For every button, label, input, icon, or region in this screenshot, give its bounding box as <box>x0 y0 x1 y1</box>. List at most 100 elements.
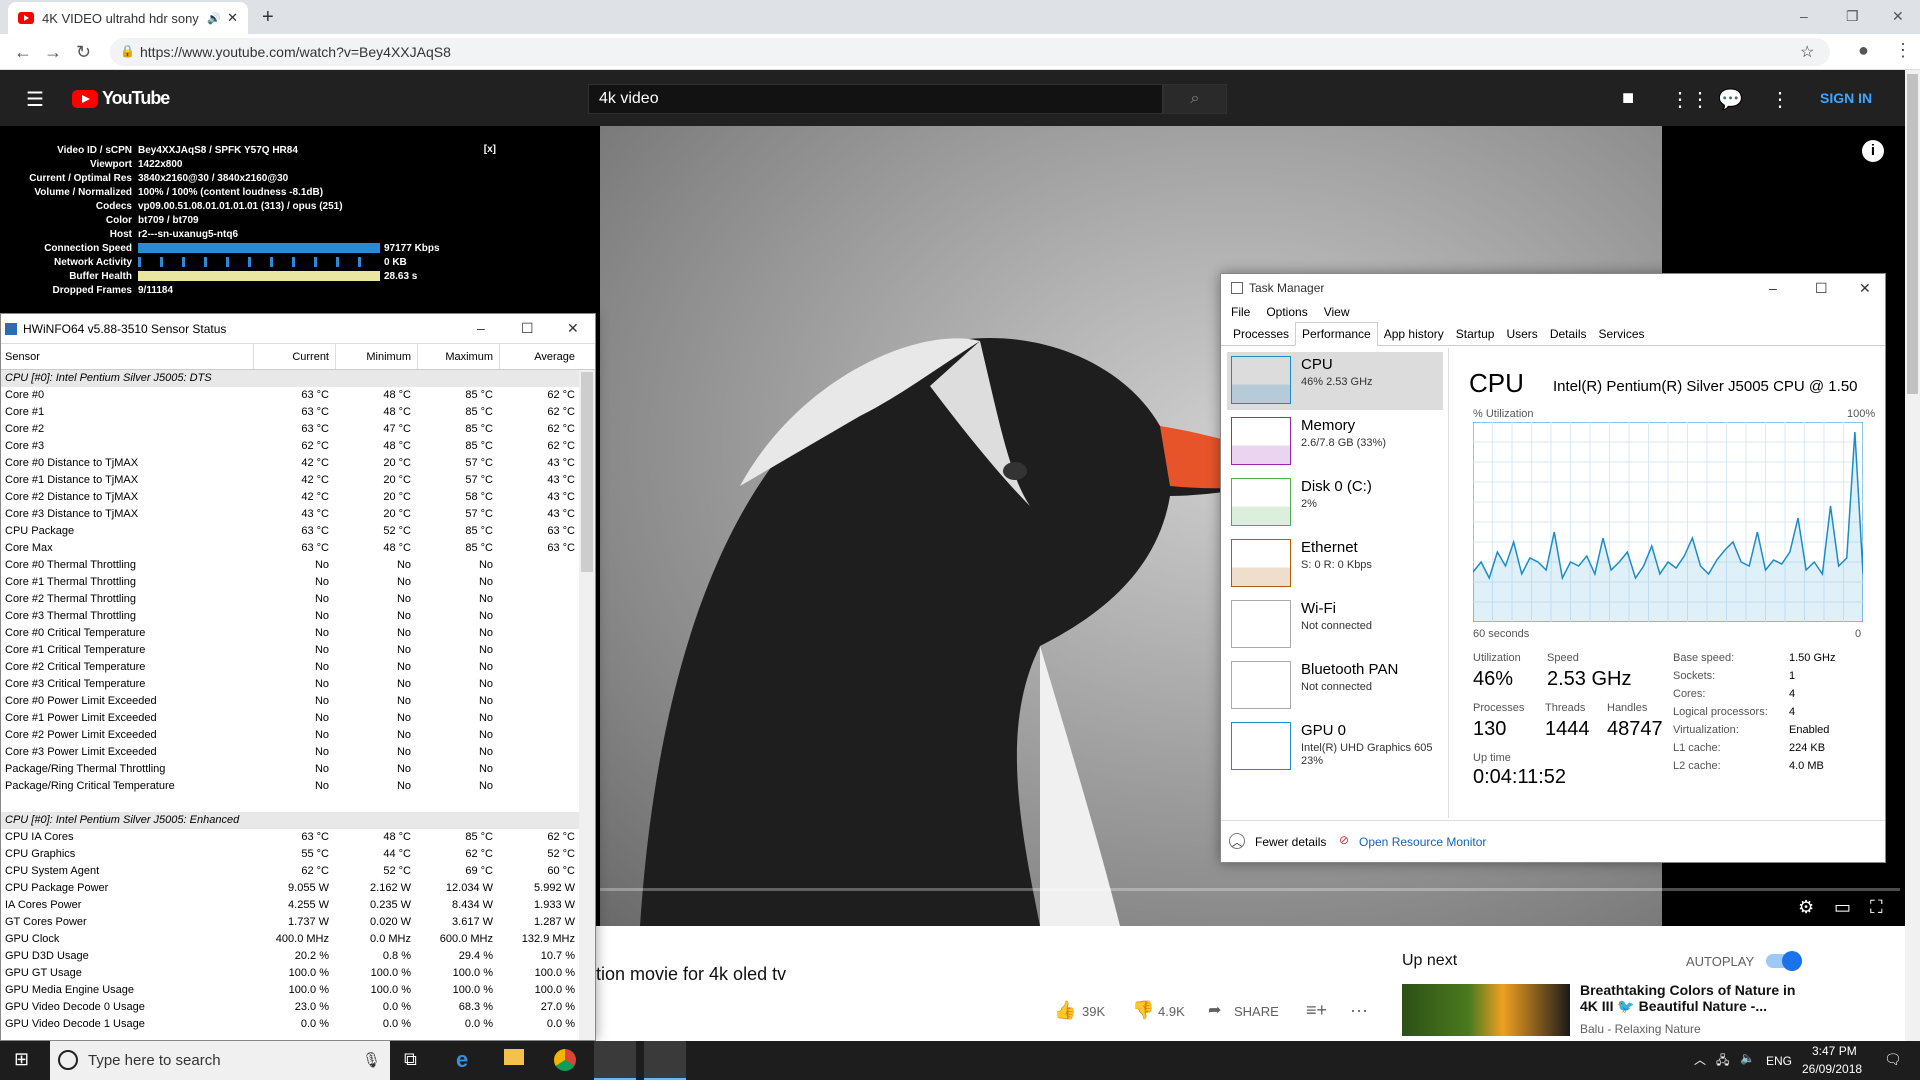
sensor-group-header[interactable]: CPU [#0]: Intel Pentium Silver J5005: DT… <box>1 370 595 387</box>
tab-startup[interactable]: Startup <box>1450 323 1501 345</box>
sensor-row[interactable]: Core #2 Power Limit Exceeded No No No <box>1 727 595 744</box>
col-sensor[interactable]: Sensor <box>1 344 253 369</box>
tab-processes[interactable]: Processes <box>1227 323 1295 345</box>
page-scrollbar[interactable] <box>1905 70 1920 1041</box>
clock-time[interactable]: 3:47 PM <box>1812 1044 1857 1058</box>
chrome-icon[interactable] <box>554 1049 576 1071</box>
youtube-logo[interactable]: YouTube <box>72 88 170 109</box>
fewer-details-button[interactable]: Fewer details <box>1255 835 1326 849</box>
taskbar-search-box[interactable]: Type here to search 🎙 <box>50 1041 390 1080</box>
share-button[interactable]: SHARE <box>1234 1004 1279 1019</box>
settings-kebab-icon[interactable]: ⋮ <box>1770 87 1790 112</box>
task-manager-titlebar[interactable]: Task Manager – ☐ ✕ <box>1221 274 1885 302</box>
search-button[interactable]: ⌕ <box>1163 84 1227 114</box>
hwinfo-scrollbar[interactable] <box>579 370 595 1040</box>
browser-tab[interactable]: 4K VIDEO ultrahd hdr sony 4 🔊 ✕ <box>8 2 248 34</box>
hamburger-menu-icon[interactable]: ☰ <box>26 87 44 112</box>
open-resource-monitor-link[interactable]: Open Resource Monitor <box>1359 835 1486 849</box>
sensor-row[interactable]: CPU Package 63 °C 52 °C 85 °C 63 °C <box>1 523 595 540</box>
sensor-group-header[interactable]: CPU [#0]: Intel Pentium Silver J5005: En… <box>1 812 595 829</box>
hwinfo-maximize-button[interactable]: ☐ <box>521 320 534 337</box>
sensor-row[interactable]: Core #0 63 °C 48 °C 85 °C 62 °C <box>1 387 595 404</box>
tab-users[interactable]: Users <box>1500 323 1543 345</box>
col-minimum[interactable]: Minimum <box>335 344 417 369</box>
tab-app-history[interactable]: App history <box>1378 323 1450 345</box>
resource-item-wi-fi[interactable]: Wi-Fi Not connected <box>1227 596 1443 654</box>
restore-window-button[interactable]: ❐ <box>1846 8 1859 25</box>
sensor-row[interactable]: GT Cores Power 1.737 W 0.020 W 3.617 W 1.287… <box>1 914 595 931</box>
sensor-row[interactable]: Core #2 Distance to TjMAX 42 °C 20 °C 58 °C… <box>1 489 595 506</box>
sensor-row[interactable]: Core #1 Distance to TjMAX 42 °C 20 °C 57 °C… <box>1 472 595 489</box>
sensor-row[interactable]: Core #3 Power Limit Exceeded No No No <box>1 744 595 761</box>
sensor-row[interactable]: Core #1 Thermal Throttling No No No <box>1 574 595 591</box>
resource-item-memory[interactable]: Memory 2.6/7.8 GB (33%) <box>1227 413 1443 471</box>
sensor-row[interactable]: Core #3 Distance to TjMAX 43 °C 20 °C 57 °C… <box>1 506 595 523</box>
autoplay-toggle[interactable] <box>1766 951 1802 971</box>
add-to-playlist-icon[interactable]: ≡+ <box>1306 1000 1327 1021</box>
tm-close-button[interactable]: ✕ <box>1859 280 1871 297</box>
menu-options[interactable]: Options <box>1266 305 1307 319</box>
tab-services[interactable]: Services <box>1593 323 1651 345</box>
sensor-row[interactable]: CPU Package Power 9.055 W 2.162 W 12.034 W 5… <box>1 880 595 897</box>
sensor-row[interactable]: Package/Ring Thermal Throttling No No No <box>1 761 595 778</box>
sensor-row[interactable]: Core #0 Power Limit Exceeded No No No <box>1 693 595 710</box>
dislike-icon[interactable]: 👎 <box>1132 1000 1154 1021</box>
sensor-row[interactable]: GPU Clock 400.0 MHz 0.0 MHz 600.0 MHz 132.9 … <box>1 931 595 948</box>
account-icon[interactable]: ● <box>1858 40 1869 61</box>
sensor-row[interactable]: Core #2 Critical Temperature No No No <box>1 659 595 676</box>
browser-menu-icon[interactable]: ⋮ <box>1894 40 1912 61</box>
sensor-row[interactable]: Core Max 63 °C 48 °C 85 °C 63 °C <box>1 540 595 557</box>
file-explorer-icon[interactable] <box>504 1049 524 1065</box>
edge-icon[interactable]: e <box>456 1047 468 1073</box>
fewer-details-icon[interactable]: ︿ <box>1229 833 1245 849</box>
menu-file[interactable]: File <box>1231 305 1250 319</box>
sensor-row[interactable]: GPU D3D Usage 20.2 % 0.8 % 29.4 % 10.7 % <box>1 948 595 965</box>
tm-maximize-button[interactable]: ☐ <box>1815 280 1828 297</box>
clock-date[interactable]: 26/09/2018 <box>1802 1062 1862 1076</box>
sensor-row[interactable]: Core #1 Critical Temperature No No No <box>1 642 595 659</box>
hwinfo-titlebar[interactable]: HWiNFO64 v5.88-3510 Sensor Status – ☐ ✕ <box>1 314 595 344</box>
hwinfo-minimize-button[interactable]: – <box>477 320 485 336</box>
resource-item-ethernet[interactable]: Ethernet S: 0 R: 0 Kbps <box>1227 535 1443 593</box>
fullscreen-icon[interactable]: ⛶ <box>1870 897 1883 918</box>
like-icon[interactable]: 👍 <box>1054 1000 1076 1021</box>
sign-in-button[interactable]: SIGN IN <box>1820 90 1872 106</box>
language-indicator[interactable]: ENG <box>1766 1054 1792 1068</box>
sensor-row[interactable]: Core #1 Power Limit Exceeded No No No <box>1 710 595 727</box>
progress-bar[interactable] <box>600 888 1900 891</box>
sensor-row[interactable]: GPU Media Engine Usage 100.0 % 100.0 % 100.… <box>1 982 595 999</box>
sensor-row[interactable]: Core #3 Thermal Throttling No No No <box>1 608 595 625</box>
sensor-row[interactable]: Core #3 Critical Temperature No No No <box>1 676 595 693</box>
next-video-title[interactable]: Breathtaking Colors of Nature in 4K III … <box>1580 982 1800 1014</box>
tab-performance[interactable]: Performance <box>1295 322 1378 346</box>
close-window-button[interactable]: ✕ <box>1892 8 1904 25</box>
windows-start-icon[interactable]: ⊞ <box>14 1049 29 1070</box>
sensor-row[interactable]: IA Cores Power 4.255 W 0.235 W 8.434 W 1.933… <box>1 897 595 914</box>
messages-icon[interactable]: 💬 <box>1718 87 1743 112</box>
sensor-row[interactable]: Package/Ring Critical Temperature No No No <box>1 778 595 795</box>
settings-gear-icon[interactable]: ⚙ <box>1798 897 1814 918</box>
back-icon[interactable]: ← <box>14 42 32 63</box>
sensor-row[interactable]: GPU GT Usage 100.0 % 100.0 % 100.0 % 100.0 % <box>1 965 595 982</box>
info-icon[interactable]: i <box>1862 140 1884 162</box>
volume-icon[interactable]: 🔈 <box>1740 1051 1755 1065</box>
next-video-thumbnail[interactable] <box>1402 984 1570 1036</box>
theater-mode-icon[interactable]: ▭ <box>1834 897 1851 918</box>
resource-item-disk-0-c-[interactable]: Disk 0 (C:) 2% <box>1227 474 1443 532</box>
sensor-row[interactable]: Core #3 62 °C 48 °C 85 °C 62 °C <box>1 438 595 455</box>
more-actions-icon[interactable]: ··· <box>1350 1000 1368 1021</box>
reload-icon[interactable]: ↻ <box>76 42 91 63</box>
task-view-icon[interactable]: ⧉ <box>404 1049 417 1070</box>
sensor-row[interactable]: Core #0 Distance to TjMAX 42 °C 20 °C 57 °C… <box>1 455 595 472</box>
hwinfo-close-button[interactable]: ✕ <box>567 320 579 337</box>
search-input[interactable]: 4k video <box>588 84 1163 114</box>
sensor-row[interactable]: CPU IA Cores 63 °C 48 °C 85 °C 62 °C <box>1 829 595 846</box>
star-icon[interactable]: ☆ <box>1800 42 1814 62</box>
close-stats-button[interactable]: [x] <box>484 144 496 155</box>
tab-details[interactable]: Details <box>1544 323 1593 345</box>
sensor-row[interactable]: CPU System Agent 62 °C 52 °C 69 °C 60 °C <box>1 863 595 880</box>
microphone-icon[interactable]: 🎙 <box>362 1051 381 1069</box>
share-icon[interactable]: ➦ <box>1208 1000 1221 1020</box>
new-tab-button[interactable]: + <box>262 6 274 29</box>
url-bar[interactable]: 🔒 https://www.youtube.com/watch?v=Bey4XX… <box>110 38 1830 66</box>
